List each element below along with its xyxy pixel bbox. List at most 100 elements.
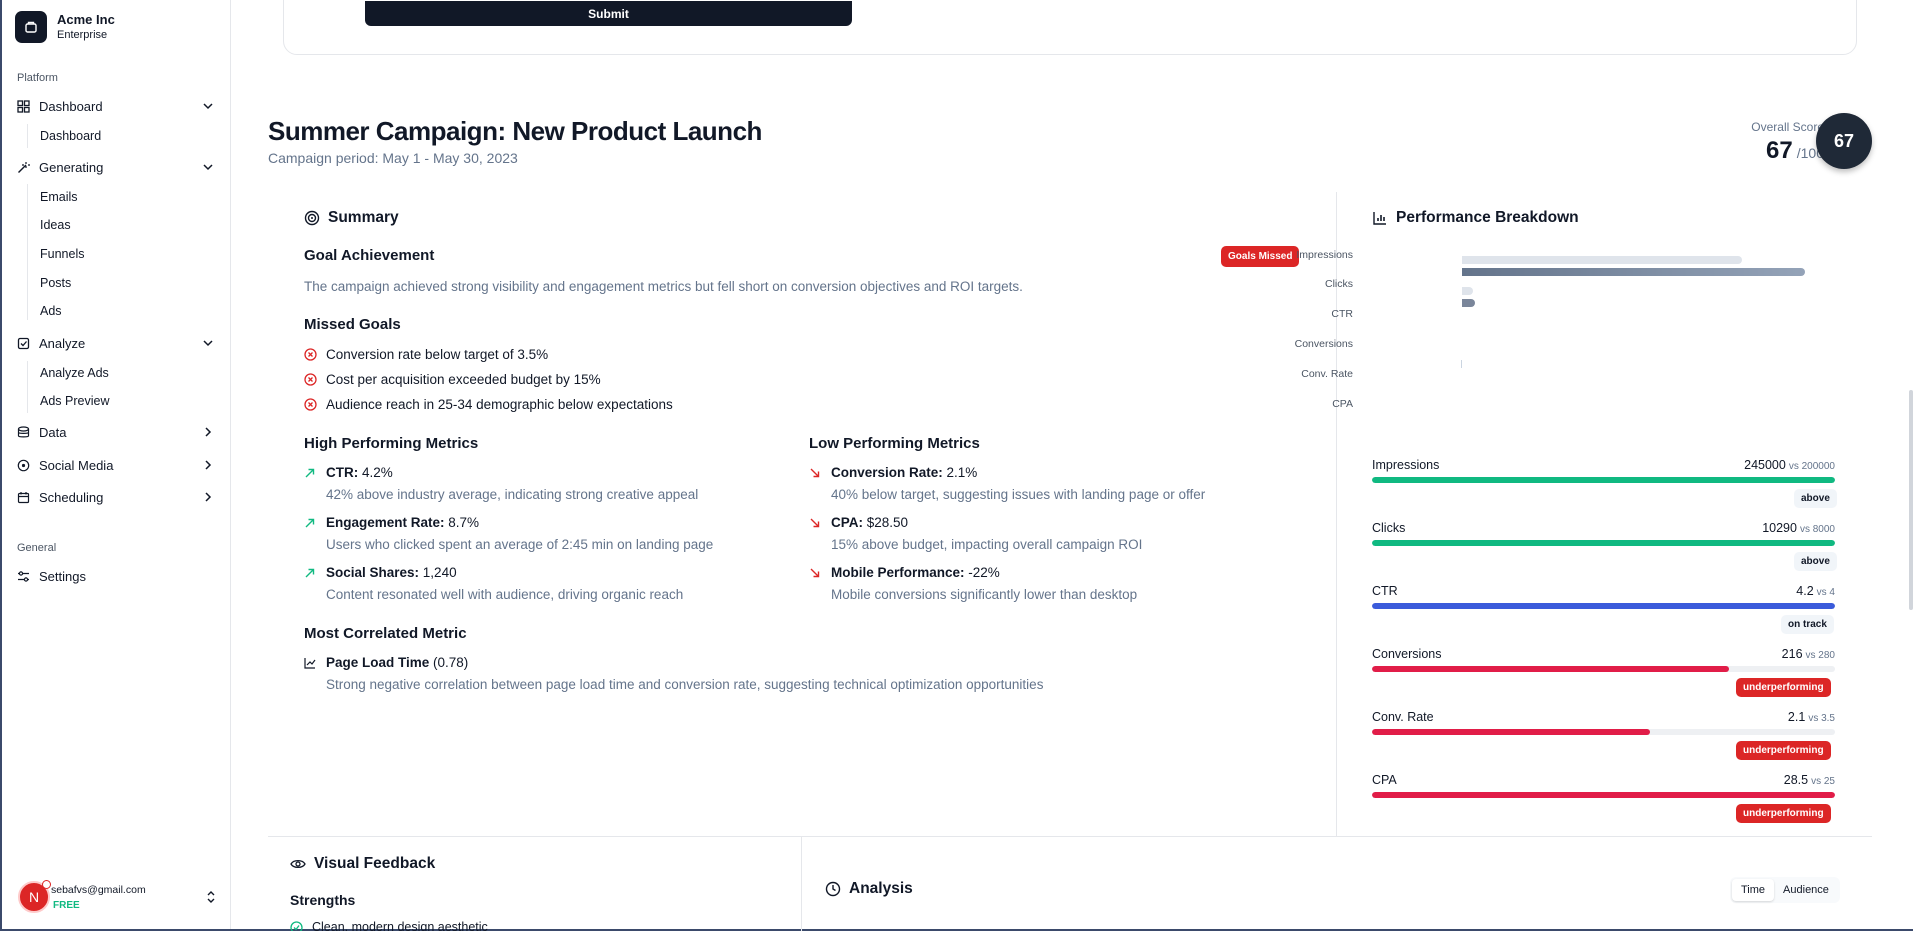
sidebar-item-label: Settings xyxy=(39,568,86,584)
metric-value-number: 4.2 xyxy=(1796,584,1814,598)
chevron-right-icon xyxy=(205,460,212,470)
progress-bar xyxy=(1372,792,1835,798)
performance-heading-label: Performance Breakdown xyxy=(1396,209,1579,226)
trending-up-icon xyxy=(305,468,315,478)
progress-bar xyxy=(1372,666,1835,672)
status-badge: above xyxy=(1794,552,1837,571)
calendar-icon xyxy=(16,490,30,504)
globe-icon xyxy=(16,458,30,472)
missed-goal-text: Audience reach in 25-34 demographic belo… xyxy=(326,397,673,412)
progress-fill xyxy=(1372,666,1729,672)
submit-button[interactable]: Submit xyxy=(365,1,852,26)
metric-value: 2.1% xyxy=(942,465,978,480)
metric-value: 2.1 vs 3.5 xyxy=(1635,710,1835,724)
form-card: Submit xyxy=(283,0,1857,55)
sidebar-item-analyze[interactable]: Analyze xyxy=(16,331,217,355)
status-badge: underperforming xyxy=(1736,741,1831,760)
sidebar-subitem-analyze-ads[interactable]: Analyze Ads xyxy=(40,366,109,380)
database-icon xyxy=(16,425,30,439)
list-item: Cost per acquisition exceeded budget by … xyxy=(304,372,601,387)
status-badge: above xyxy=(1794,489,1837,508)
sidebar-subitem-funnels[interactable]: Funnels xyxy=(40,247,84,261)
high-performing-title: High Performing Metrics xyxy=(304,435,479,452)
metric-label: Clicks xyxy=(1372,521,1406,535)
target-icon xyxy=(304,210,320,226)
metric-target: vs 200000 xyxy=(1788,461,1835,472)
score-number: 67 xyxy=(1766,137,1793,164)
trending-down-icon xyxy=(810,468,820,478)
x-circle-icon xyxy=(304,348,317,361)
submenu-line xyxy=(27,184,28,320)
section-label-platform: Platform xyxy=(17,72,58,84)
chart-label-cpa: CPA xyxy=(1332,398,1353,410)
sidebar-subitem-emails[interactable]: Emails xyxy=(40,190,78,204)
metric-target: vs 25 xyxy=(1811,776,1835,787)
wand-icon xyxy=(16,160,30,174)
sidebar-subitem-ads[interactable]: Ads xyxy=(40,304,62,318)
metric-name: Page Load Time xyxy=(326,655,430,670)
metric-name: CPA: xyxy=(831,515,863,530)
visual-feedback-heading: Visual Feedback xyxy=(290,855,435,873)
campaign-period: Campaign period: May 1 - May 30, 2023 xyxy=(268,150,518,166)
sidebar-item-generating[interactable]: Generating xyxy=(16,155,217,179)
tab-time[interactable]: Time xyxy=(1732,879,1775,901)
line-chart-icon xyxy=(304,658,316,669)
list-item: Clean, modern design aesthetic xyxy=(290,920,488,931)
metric-value: (0.78) xyxy=(429,655,469,670)
sidebar-item-dashboard[interactable]: Dashboard xyxy=(16,94,217,118)
x-circle-icon xyxy=(304,398,317,411)
clock-icon xyxy=(825,881,841,897)
trending-up-icon xyxy=(305,568,315,578)
progress-bar xyxy=(1372,729,1835,735)
metric-value-number: 28.5 xyxy=(1783,773,1809,787)
sidebar-item-label: Dashboard xyxy=(39,98,103,114)
chart-bar-impressions-actual xyxy=(1462,268,1805,276)
progress-fill xyxy=(1372,729,1650,735)
metric-target: vs 8000 xyxy=(1799,524,1835,535)
chart-label-impressions: Impressions xyxy=(1296,249,1353,261)
clipboard-icon xyxy=(16,336,30,350)
dashboard-icon xyxy=(16,99,30,113)
analysis-heading: Analysis xyxy=(825,880,913,898)
progress-fill xyxy=(1372,603,1835,609)
chevron-down-icon xyxy=(203,340,213,347)
x-circle-icon xyxy=(304,373,317,386)
metric-label: Conversions xyxy=(1372,647,1442,661)
overall-score-label: Overall Score xyxy=(1751,120,1824,134)
submenu-line xyxy=(27,361,28,413)
sidebar-item-settings[interactable]: Settings xyxy=(16,564,217,588)
sidebar-item-label: Analyze xyxy=(39,335,86,351)
sidebar-subitem-dashboard[interactable]: Dashboard xyxy=(40,129,101,143)
sidebar-subitem-posts[interactable]: Posts xyxy=(40,276,71,290)
chevron-right-icon xyxy=(205,492,212,502)
most-correlated-title: Most Correlated Metric xyxy=(304,625,467,642)
brand-logo-icon xyxy=(15,11,47,43)
main-content: Submit Summer Campaign: New Product Laun… xyxy=(231,0,1913,931)
metric-value: 4.2% xyxy=(358,465,393,480)
metric-value: 1,240 xyxy=(419,565,457,580)
sidebar-item-data[interactable]: Data xyxy=(16,420,217,444)
metric-label: CTR xyxy=(1372,584,1398,598)
metric-target: vs 4 xyxy=(1816,587,1835,598)
strengths-title: Strengths xyxy=(290,892,356,908)
metric-value: 216 vs 280 xyxy=(1635,647,1835,661)
metric-value: 245000 vs 200000 xyxy=(1635,458,1835,472)
sidebar-subitem-ads-preview[interactable]: Ads Preview xyxy=(40,394,109,408)
chart-label-ctr: CTR xyxy=(1331,308,1353,320)
sidebar-item-scheduling[interactable]: Scheduling xyxy=(16,485,217,509)
chevron-right-icon xyxy=(205,427,212,437)
tab-audience[interactable]: Audience xyxy=(1774,879,1838,901)
user-plan-badge: FREE xyxy=(53,900,80,911)
user-menu[interactable]: N sebafvs@gmail.com FREE xyxy=(18,879,218,915)
chart-label-clicks: Clicks xyxy=(1325,278,1353,290)
brand-switcher[interactable]: Acme Inc Enterprise xyxy=(15,11,115,43)
eye-icon xyxy=(290,859,306,869)
scrollbar[interactable] xyxy=(1909,390,1913,610)
metric-value: 10290 vs 8000 xyxy=(1635,521,1835,535)
chart-bar-clicks-target xyxy=(1462,287,1473,295)
chevrons-up-down-icon xyxy=(207,891,215,903)
goal-achievement-title: Goal Achievement xyxy=(304,247,435,264)
sidebar-subitem-ideas[interactable]: Ideas xyxy=(40,218,71,232)
sidebar-item-social-media[interactable]: Social Media xyxy=(16,453,217,477)
progress-bar xyxy=(1372,540,1835,546)
